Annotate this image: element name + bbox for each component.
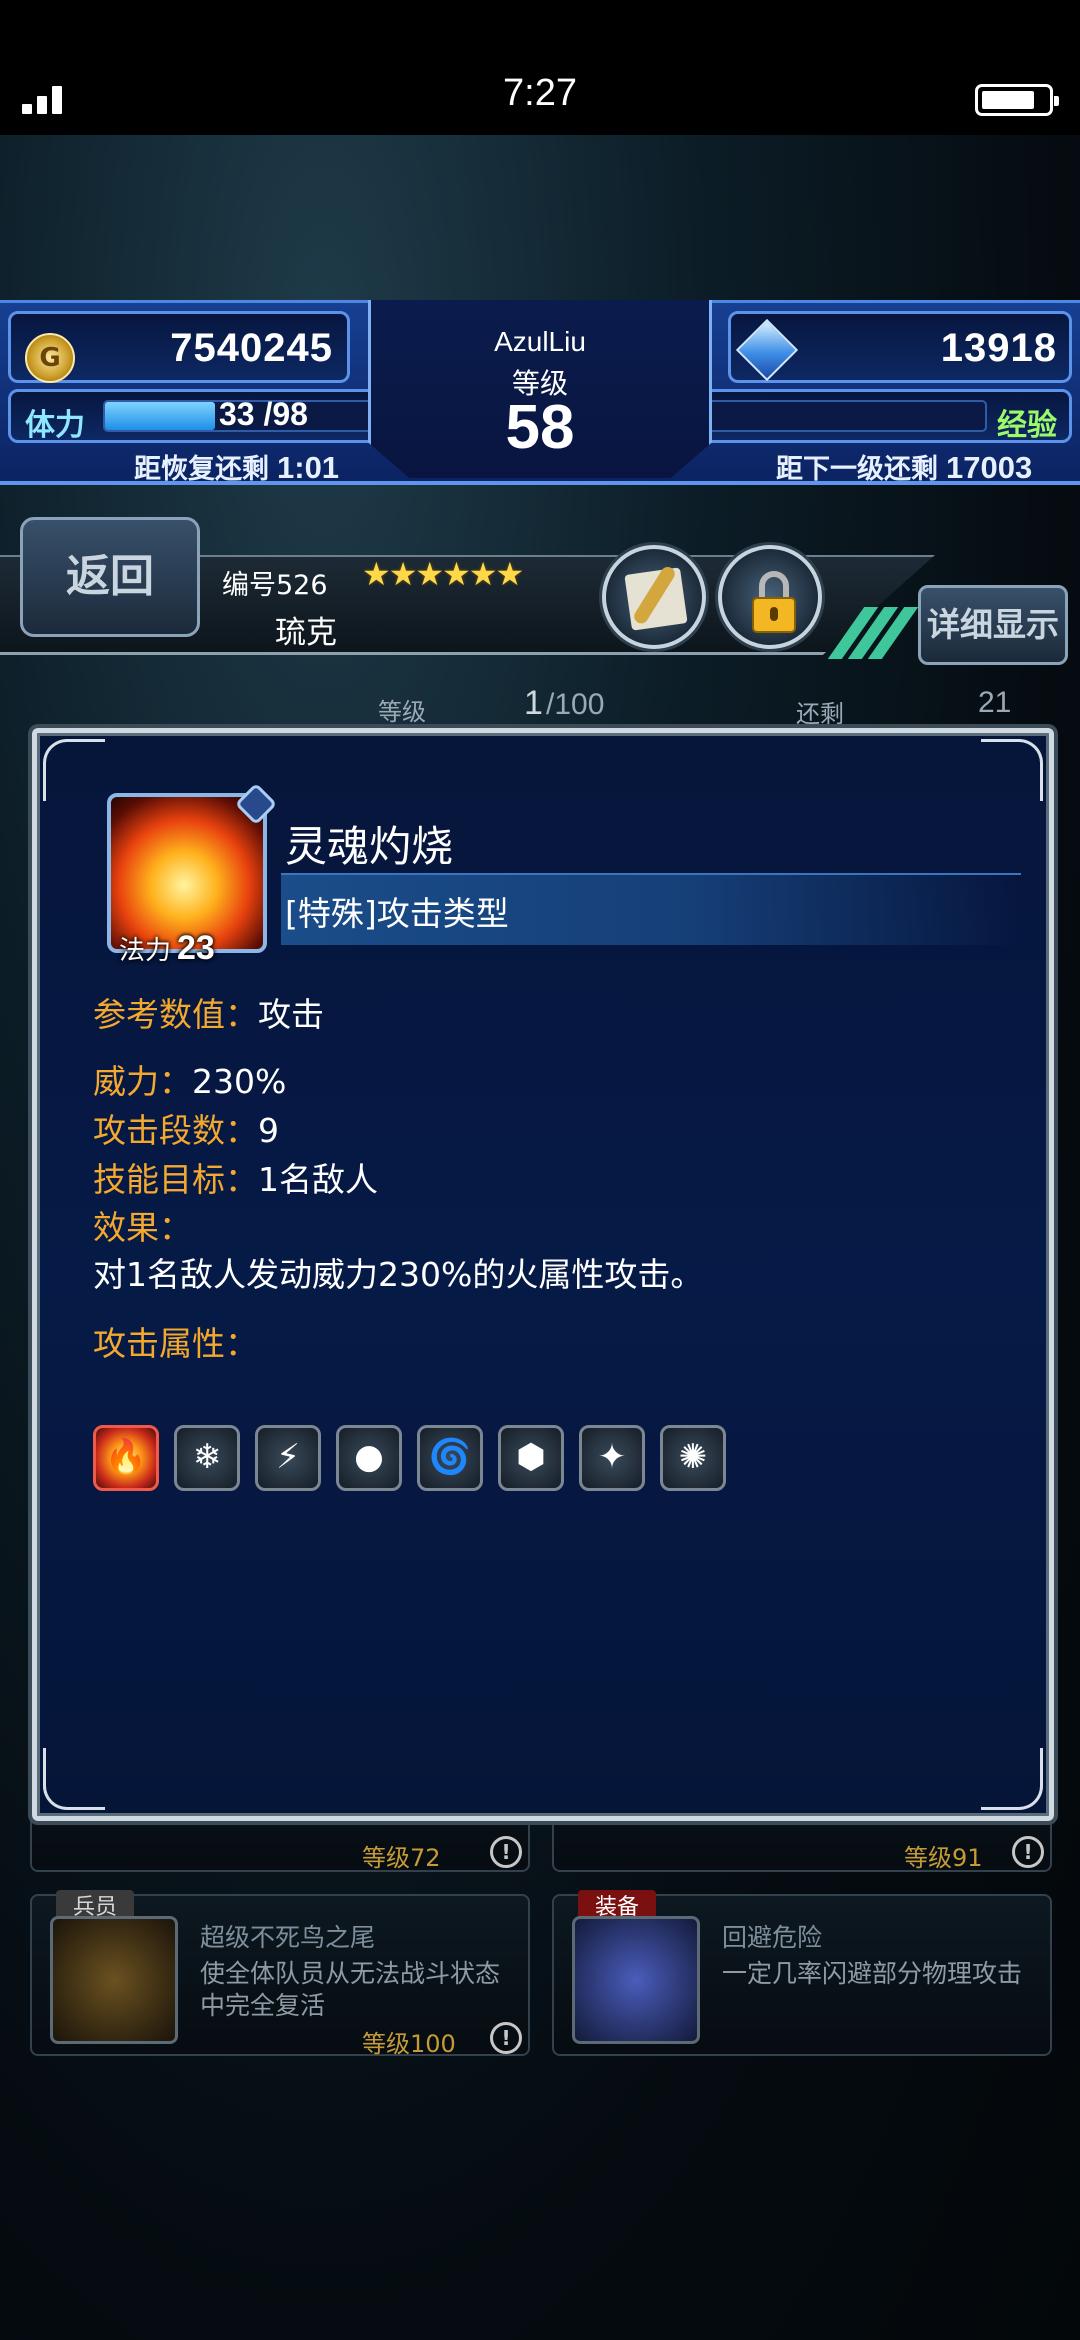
ref-label: 参考数值 (93, 995, 225, 1034)
ability-desc: 使全体队员从无法战斗状态中完全复活 (200, 1959, 501, 2020)
stamina-bar-fill (105, 402, 215, 430)
effect-label: 效果 (93, 1208, 159, 1247)
edit-button[interactable] (602, 545, 706, 649)
next-level-value: 17003 (946, 450, 1033, 485)
hits-label: 攻击段数 (93, 1111, 225, 1150)
recover-timer: 距恢复还剩 1:01 (134, 447, 339, 486)
ref-value: 攻击 (258, 995, 324, 1034)
info-icon[interactable]: ! (490, 1836, 522, 1868)
battery-icon (975, 84, 1059, 116)
power-row: 威力：230% (93, 1062, 287, 1101)
skill-detail-modal[interactable]: 法力 23 灵魂灼烧 [特殊]攻击类型 参考数值：攻击 威力：230% 攻击段数：… (32, 728, 1054, 1821)
skill-type: [特殊]攻击类型 (285, 894, 509, 933)
element-label: 攻击属性 (93, 1324, 225, 1363)
exp-label: 经验 (997, 408, 1057, 443)
unit-number: 编号526 (222, 570, 328, 601)
coin-icon: G (25, 333, 75, 383)
stamina-value: 33 /98 (219, 396, 308, 432)
target-value: 1名敌人 (258, 1160, 378, 1199)
mp-cost: 法力 23 (119, 929, 215, 968)
clock: 7:27 (503, 72, 577, 114)
skill-name: 灵魂灼烧 (285, 822, 454, 871)
ability-title: 超级不死鸟之尾 (200, 1923, 376, 1952)
info-icon[interactable]: ! (1012, 1836, 1044, 1868)
player-name: AzulLiu (494, 326, 586, 357)
element-row: 攻击属性： (93, 1324, 258, 1363)
unit-name: 琉克 (275, 615, 337, 651)
detail-button[interactable]: 详细显示 (918, 585, 1068, 665)
target-label: 技能目标 (93, 1160, 225, 1199)
effect-row: 效果： (93, 1208, 192, 1247)
level-row-label: 等级 (378, 698, 426, 726)
player-level: 58 (505, 393, 575, 462)
ability-card[interactable]: 装备 回避危险 一定几率闪避部分物理攻击 (552, 1890, 1052, 2056)
lightning-icon: ⚡ (255, 1425, 321, 1491)
hits-value: 9 (258, 1111, 279, 1150)
dark-icon: ✺ (660, 1425, 726, 1491)
water-icon: ● (336, 1425, 402, 1491)
level-row-value: 1 (524, 684, 543, 722)
level-badge: AzulLiu 等级 58 (368, 300, 712, 478)
unit-level-row: 等级 1 /100 还剩 21 (0, 680, 1080, 730)
ability-title: 回避危险 (722, 1923, 823, 1952)
level-row-remain-label: 还剩 (796, 700, 844, 728)
earth-icon: ⬢ (498, 1425, 564, 1491)
back-button[interactable]: 返回 (20, 517, 200, 637)
crystal-icon (735, 318, 799, 382)
unit-header: 返回 编号526 ★★★★★★ 琉克 详细显示 (0, 515, 1080, 665)
dodge-icon (572, 1916, 700, 2044)
lapis-amount: 13918 (940, 326, 1057, 370)
mp-label: 法力 (119, 936, 172, 966)
next-level-remaining: 距下一级还剩 17003 (776, 447, 1032, 486)
fire-icon: 🔥 (93, 1425, 159, 1491)
quill-icon (624, 567, 688, 631)
level-row-max: /100 (546, 688, 605, 721)
target-row: 技能目标：1名敌人 (93, 1160, 378, 1199)
next-level-label: 距下一级还剩 (776, 454, 938, 485)
ability-desc: 一定几率闪避部分物理攻击 (722, 1959, 1023, 1988)
wind-icon: 🌀 (417, 1425, 483, 1491)
ref-value-row: 参考数值：攻击 (93, 995, 324, 1034)
lock-button[interactable] (718, 545, 822, 649)
ability-card[interactable]: 兵员 超级不死鸟之尾 使全体队员从无法战斗状态中完全复活 等级100 ! (30, 1890, 530, 2058)
mp-value: 23 (177, 929, 215, 967)
ability-lock-level: 等级72 (362, 1844, 441, 1872)
skill-type-bar: [特殊]攻击类型 (281, 873, 1021, 945)
effect-text: 对1名敌人发动威力230%的火属性攻击。 (93, 1255, 704, 1294)
recover-label: 距恢复还剩 (134, 454, 269, 485)
lapis-panel[interactable]: 13918 (728, 311, 1072, 383)
light-icon: ✦ (579, 1425, 645, 1491)
stamina-label: 体力 (25, 408, 85, 443)
game-screen: { "status_bar": {"time": "7:27"}, "hud":… (0, 0, 1080, 2340)
gil-amount: 7540245 (170, 326, 333, 370)
phoenix-icon (50, 1916, 178, 2044)
status-bar: 7:27 (0, 0, 1080, 135)
power-value: 230% (192, 1062, 287, 1101)
gil-panel: G 7540245 (8, 311, 350, 383)
recover-time: 1:01 (277, 450, 340, 485)
hits-row: 攻击段数：9 (93, 1111, 279, 1150)
rarity-stars: ★★★★★★ (362, 555, 524, 593)
level-row-remain-value: 21 (978, 686, 1012, 719)
power-label: 威力 (93, 1062, 159, 1101)
ability-lock-level: 等级100 (362, 2030, 456, 2058)
ability-lock-level: 等级91 (904, 1844, 983, 1872)
info-icon[interactable]: ! (490, 2022, 522, 2054)
ice-icon: ❄ (174, 1425, 240, 1491)
